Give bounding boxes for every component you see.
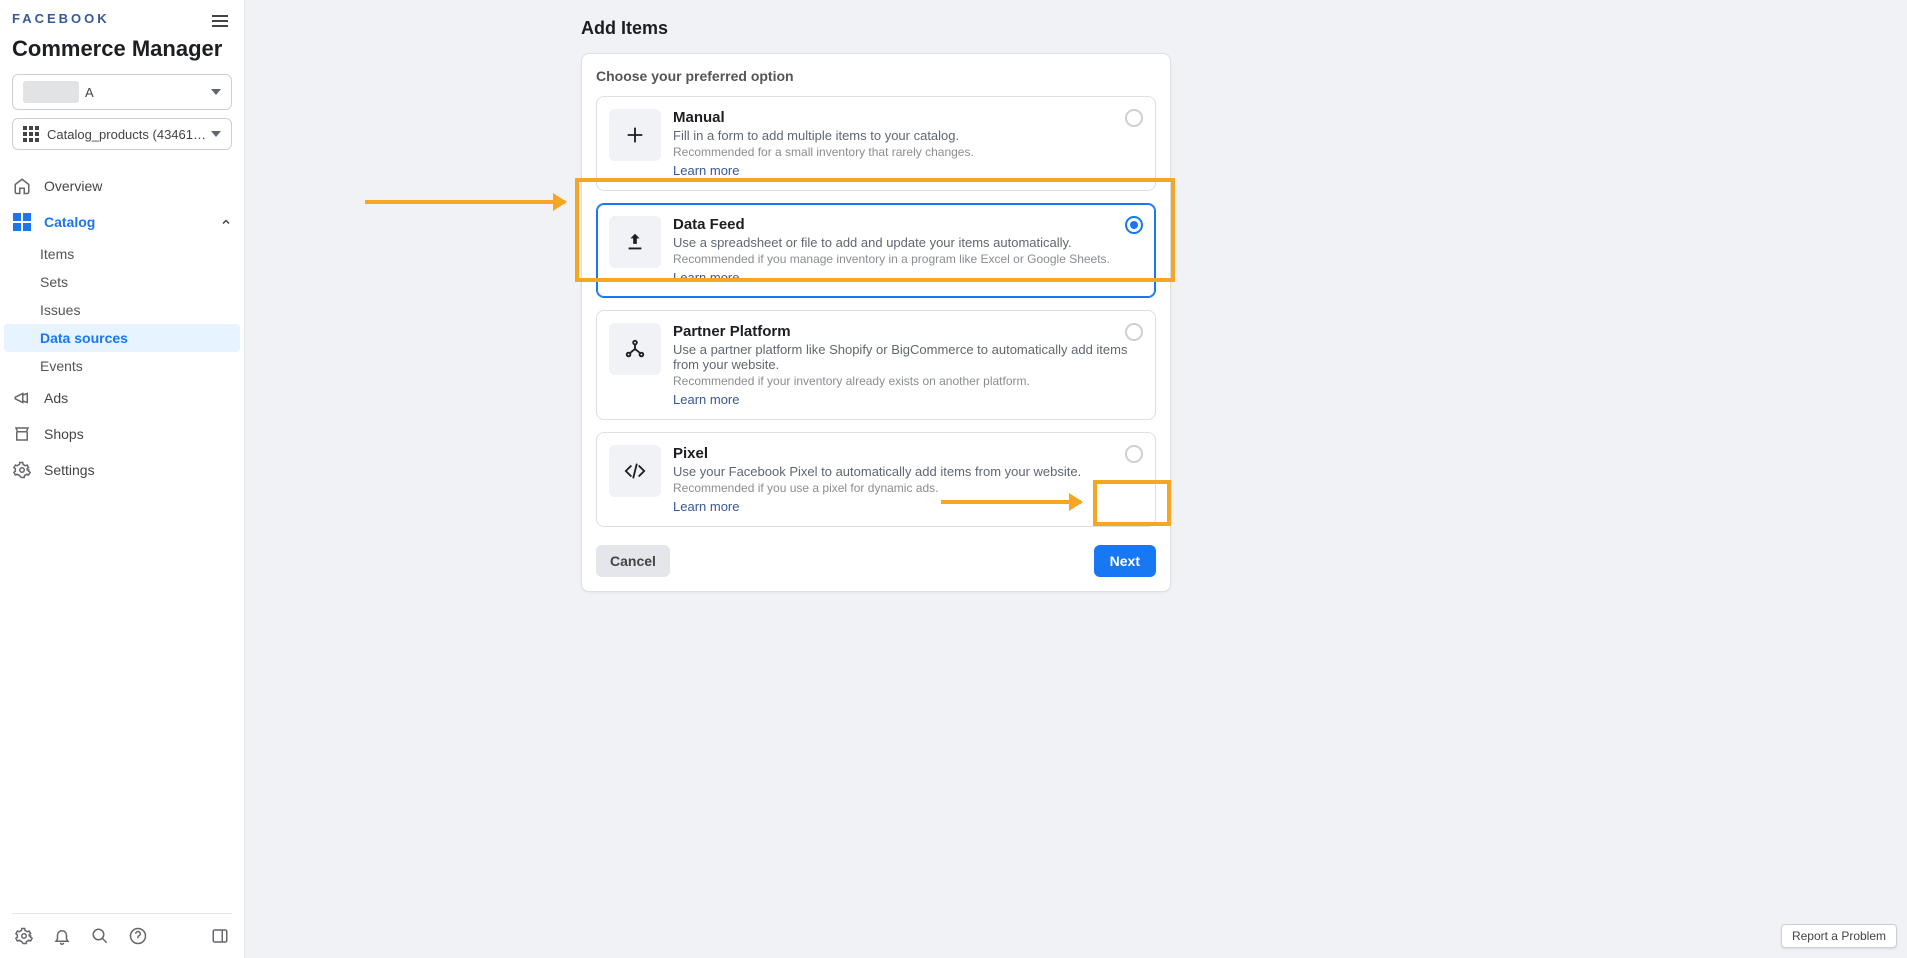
shop-icon xyxy=(12,424,32,444)
sidebar-item-overview[interactable]: Overview xyxy=(0,168,244,204)
catalog-label: Catalog_products (43461994… xyxy=(47,127,211,142)
report-problem-button[interactable]: Report a Problem xyxy=(1781,924,1897,948)
partner-icon xyxy=(609,323,661,375)
sidebar-item-catalog[interactable]: Catalog xyxy=(0,204,244,240)
megaphone-icon xyxy=(12,388,32,408)
home-icon xyxy=(12,176,32,196)
option-desc: Fill in a form to add multiple items to … xyxy=(673,128,1143,143)
account-label: A xyxy=(85,85,211,100)
plus-icon xyxy=(609,109,661,161)
option-reco: Recommended if you manage inventory in a… xyxy=(673,252,1143,266)
sidebar-label-shops: Shops xyxy=(44,426,84,442)
chevron-up-icon xyxy=(220,216,232,228)
sidebar: FACEBOOK Commerce Manager A Catalog_prod… xyxy=(0,0,245,958)
account-selector[interactable]: A xyxy=(12,74,232,110)
option-title: Data Feed xyxy=(673,216,1143,233)
code-icon xyxy=(609,445,661,497)
next-button[interactable]: Next xyxy=(1094,545,1156,577)
card-heading: Choose your preferred option xyxy=(596,68,1156,84)
option-data-feed[interactable]: Data Feed Use a spreadsheet or file to a… xyxy=(596,203,1156,298)
cancel-button[interactable]: Cancel xyxy=(596,545,670,577)
option-pixel[interactable]: Pixel Use your Facebook Pixel to automat… xyxy=(596,432,1156,527)
gear-icon xyxy=(12,460,32,480)
search-icon[interactable] xyxy=(90,926,110,946)
option-desc: Use a spreadsheet or file to add and upd… xyxy=(673,235,1143,250)
learn-more-link[interactable]: Learn more xyxy=(673,270,739,285)
collapse-sidebar-icon[interactable] xyxy=(210,926,230,946)
bell-icon[interactable] xyxy=(52,926,72,946)
annotation-arrow-data-feed xyxy=(365,200,565,204)
sidebar-item-ads[interactable]: Ads xyxy=(0,380,244,416)
sidebar-label-settings: Settings xyxy=(44,462,95,478)
annotation-arrow-next xyxy=(941,500,1081,504)
sidebar-item-shops[interactable]: Shops xyxy=(0,416,244,452)
option-title: Pixel xyxy=(673,445,1143,462)
help-icon[interactable] xyxy=(128,926,148,946)
option-title: Manual xyxy=(673,109,1143,126)
radio-data-feed[interactable] xyxy=(1125,216,1143,234)
radio-partner[interactable] xyxy=(1125,323,1143,341)
catalog-selector[interactable]: Catalog_products (43461994… xyxy=(12,118,232,150)
option-title: Partner Platform xyxy=(673,323,1143,340)
option-desc: Use a partner platform like Shopify or B… xyxy=(673,342,1143,372)
add-items-card: Choose your preferred option Manual Fill… xyxy=(581,53,1171,592)
sidebar-bottom-bar xyxy=(0,914,244,958)
gear-icon[interactable] xyxy=(14,926,34,946)
sidebar-sub-items[interactable]: Items xyxy=(0,240,244,268)
learn-more-link[interactable]: Learn more xyxy=(673,392,739,407)
chevron-down-icon xyxy=(211,89,221,95)
chevron-down-icon xyxy=(211,131,221,137)
learn-more-link[interactable]: Learn more xyxy=(673,499,739,514)
sidebar-label-catalog: Catalog xyxy=(44,214,95,230)
sidebar-label-overview: Overview xyxy=(44,178,102,194)
card-footer: Cancel Next xyxy=(596,541,1156,577)
option-partner-platform[interactable]: Partner Platform Use a partner platform … xyxy=(596,310,1156,420)
catalog-icon xyxy=(12,212,32,232)
account-thumbnail xyxy=(23,81,79,103)
catalog-grid-icon xyxy=(23,126,39,142)
sidebar-sub-issues[interactable]: Issues xyxy=(0,296,244,324)
app-title: Commerce Manager xyxy=(12,36,232,62)
main-content: Add Items Choose your preferred option M… xyxy=(245,0,1907,958)
option-manual[interactable]: Manual Fill in a form to add multiple it… xyxy=(596,96,1156,191)
page-title: Add Items xyxy=(581,18,668,39)
sidebar-label-ads: Ads xyxy=(44,390,68,406)
learn-more-link[interactable]: Learn more xyxy=(673,163,739,178)
menu-icon[interactable] xyxy=(212,12,228,30)
facebook-brand: FACEBOOK xyxy=(12,11,232,26)
upload-icon xyxy=(609,216,661,268)
option-reco: Recommended if your inventory already ex… xyxy=(673,374,1143,388)
sidebar-item-settings[interactable]: Settings xyxy=(0,452,244,488)
option-reco: Recommended for a small inventory that r… xyxy=(673,145,1143,159)
sidebar-sub-data-sources[interactable]: Data sources xyxy=(4,324,240,352)
sidebar-sub-events[interactable]: Events xyxy=(0,352,244,380)
sidebar-nav: Overview Catalog Items Sets Issues Data … xyxy=(0,168,244,913)
option-desc: Use your Facebook Pixel to automatically… xyxy=(673,464,1143,479)
radio-manual[interactable] xyxy=(1125,109,1143,127)
sidebar-sub-sets[interactable]: Sets xyxy=(0,268,244,296)
radio-pixel[interactable] xyxy=(1125,445,1143,463)
